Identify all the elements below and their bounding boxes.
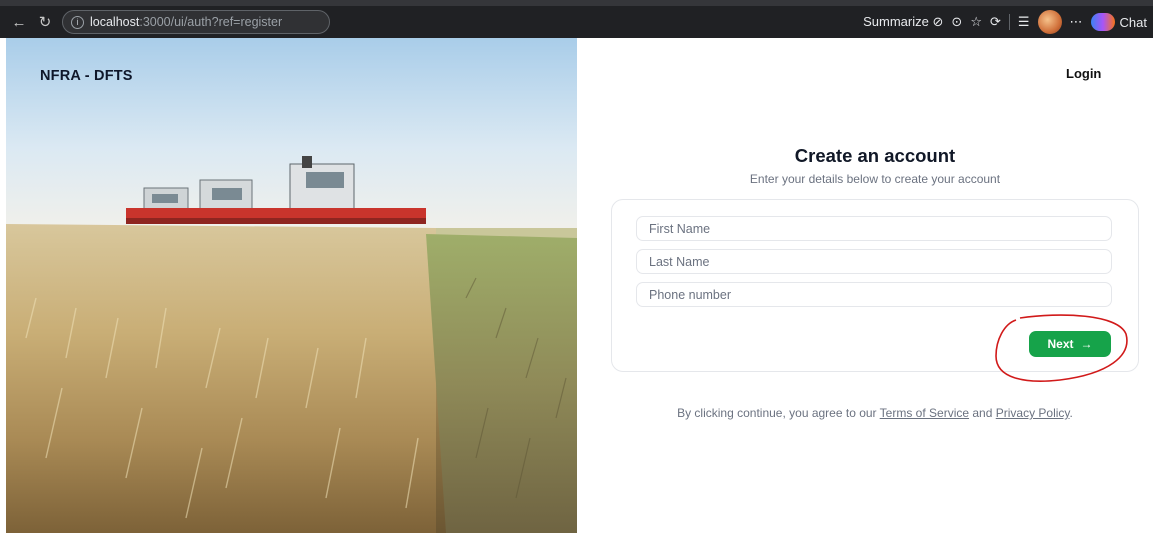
form-title: Create an account: [794, 145, 956, 166]
legal-prefix: By clicking continue, you agree to our: [677, 406, 877, 420]
favorite-star-icon[interactable]: ☆: [970, 14, 982, 30]
form-subtitle: Enter your details below to create your …: [749, 172, 1001, 186]
copilot-chat-button[interactable]: Chat: [1090, 13, 1147, 31]
first-name-input[interactable]: [636, 216, 1112, 241]
red-circle-annotation: [995, 314, 1128, 382]
url-path: :3000/ui/auth?ref=register: [139, 15, 283, 29]
more-menu-icon[interactable]: ⋯: [1070, 14, 1083, 30]
refresh-icon[interactable]: ↻: [32, 10, 58, 34]
summarize-label: Summarize: [863, 14, 929, 29]
privacy-policy-link[interactable]: Privacy Policy: [996, 406, 1070, 420]
site-info-icon[interactable]: i: [71, 15, 84, 29]
wheat-field-illustration: [6, 38, 577, 533]
copilot-logo-icon: [1090, 13, 1115, 31]
back-arrow-icon[interactable]: ←: [6, 10, 32, 34]
legal-notice: By clicking continue, you agree to our T…: [640, 405, 1110, 422]
extensions-icon[interactable]: ⟳: [990, 14, 1001, 30]
profile-avatar[interactable]: [1037, 10, 1062, 34]
legal-and: and: [972, 406, 993, 420]
summarize-button[interactable]: Summarize ⊘: [863, 14, 943, 30]
summarize-icon: ⊘: [932, 14, 944, 29]
favorites-list-icon[interactable]: ☰: [1018, 14, 1030, 30]
last-name-input[interactable]: [636, 249, 1112, 274]
address-bar[interactable]: i localhost:3000/ui/auth?ref=register: [62, 10, 330, 34]
phone-number-input[interactable]: [636, 282, 1112, 307]
browser-toolbar: ← ↻ i localhost:3000/ui/auth?ref=registe…: [0, 0, 1153, 38]
hero-image: NFRA - DFTS: [6, 38, 577, 533]
reading-view-icon[interactable]: ⊙: [951, 14, 962, 30]
chat-label: Chat: [1119, 14, 1147, 30]
brand-name: NFRA - DFTS: [40, 68, 133, 84]
login-link[interactable]: Login: [1066, 66, 1101, 81]
legal-suffix: .: [1069, 406, 1073, 420]
terms-of-service-link[interactable]: Terms of Service: [880, 406, 969, 420]
url-host: localhost: [90, 15, 140, 29]
toolbar-divider: [1008, 14, 1010, 30]
